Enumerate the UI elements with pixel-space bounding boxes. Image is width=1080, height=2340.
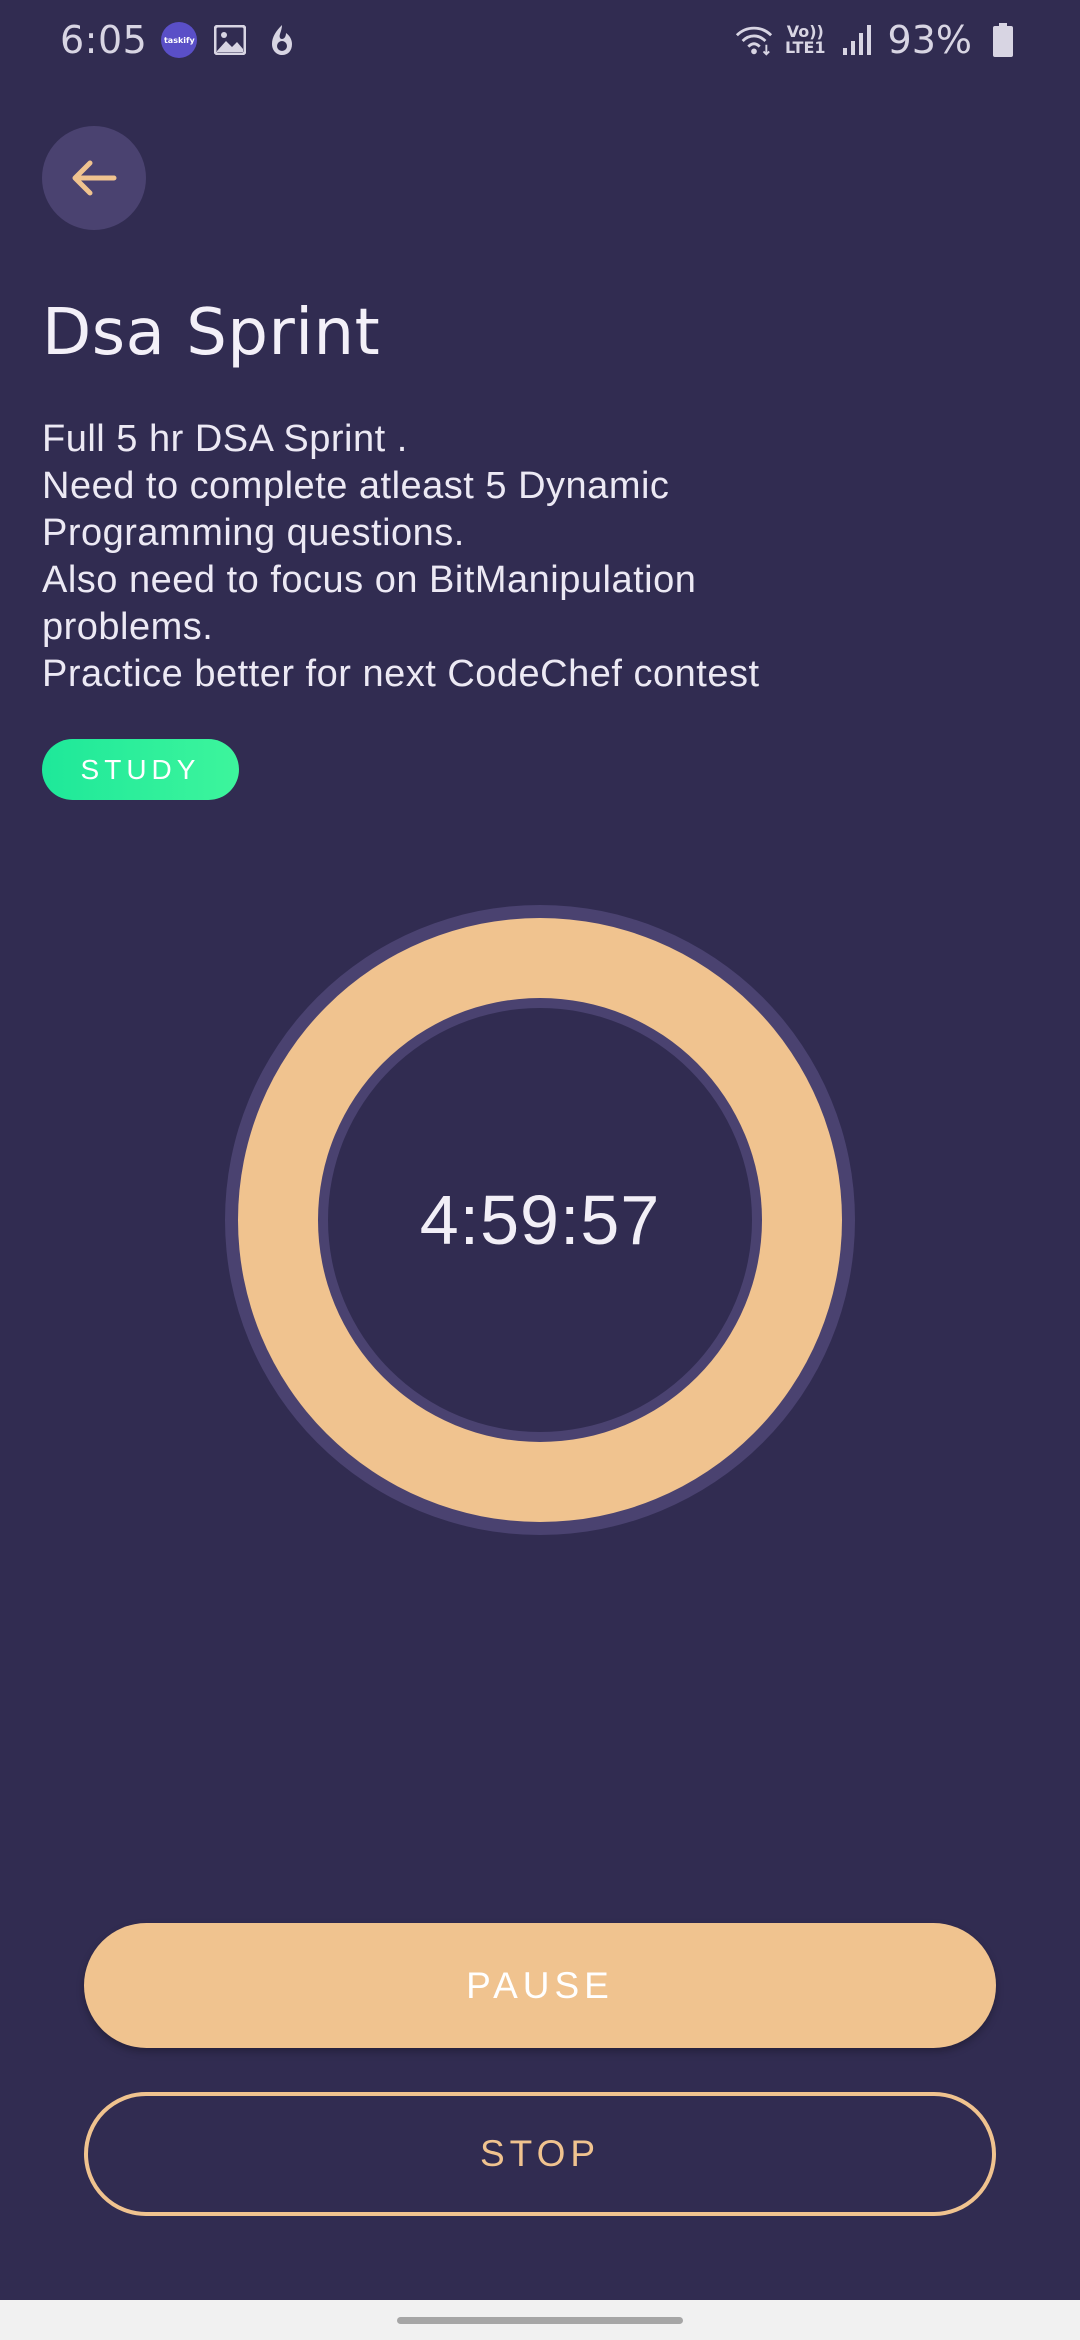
timer-face: 4:59:57 — [328, 1008, 752, 1432]
wifi-icon — [735, 21, 773, 59]
taskify-notification-icon: taskify — [161, 22, 198, 58]
home-gesture-handle[interactable] — [397, 2317, 683, 2324]
timer-screen: 6:05 taskify Vo)) LTE1 93% Dsa Sprint Fu… — [0, 0, 1080, 2340]
system-nav-bar — [0, 2300, 1080, 2340]
stop-button[interactable]: STOP — [84, 2092, 996, 2216]
task-description: Full 5 hr DSA Sprint . Need to complete … — [42, 416, 1042, 698]
description-line: Full 5 hr DSA Sprint . — [42, 418, 408, 460]
timer-inner-border: 4:59:57 — [318, 998, 762, 1442]
timer-progress-ring: 4:59:57 — [238, 918, 842, 1522]
category-tag: STUDY — [42, 739, 239, 800]
timer-remaining: 4:59:57 — [419, 1181, 661, 1259]
status-left: 6:05 taskify — [60, 18, 301, 62]
status-bar: 6:05 taskify Vo)) LTE1 93% — [0, 0, 1080, 80]
image-notification-icon — [211, 21, 249, 59]
description-line: Practice better for next CodeChef contes… — [42, 653, 760, 695]
volte-indicator: Vo)) LTE1 — [785, 24, 826, 56]
back-button[interactable] — [42, 126, 146, 230]
description-line: problems. — [42, 606, 214, 648]
task-title: Dsa Sprint — [42, 296, 381, 370]
description-line: Need to complete atleast 5 Dynamic — [42, 465, 670, 507]
pause-button[interactable]: PAUSE — [84, 1923, 996, 2048]
timer-ring: 4:59:57 — [225, 905, 855, 1535]
battery-percent: 93% — [887, 18, 972, 62]
description-line: Programming questions. — [42, 512, 465, 554]
battery-icon — [984, 21, 1022, 59]
lte-label: LTE1 — [785, 38, 826, 57]
status-right: Vo)) LTE1 93% — [735, 18, 1022, 62]
arrow-left-icon — [72, 160, 117, 196]
hand-notification-icon — [263, 21, 301, 59]
description-line: Also need to focus on BitManipulation — [42, 559, 697, 601]
status-time: 6:05 — [60, 18, 148, 62]
signal-icon — [838, 21, 876, 59]
